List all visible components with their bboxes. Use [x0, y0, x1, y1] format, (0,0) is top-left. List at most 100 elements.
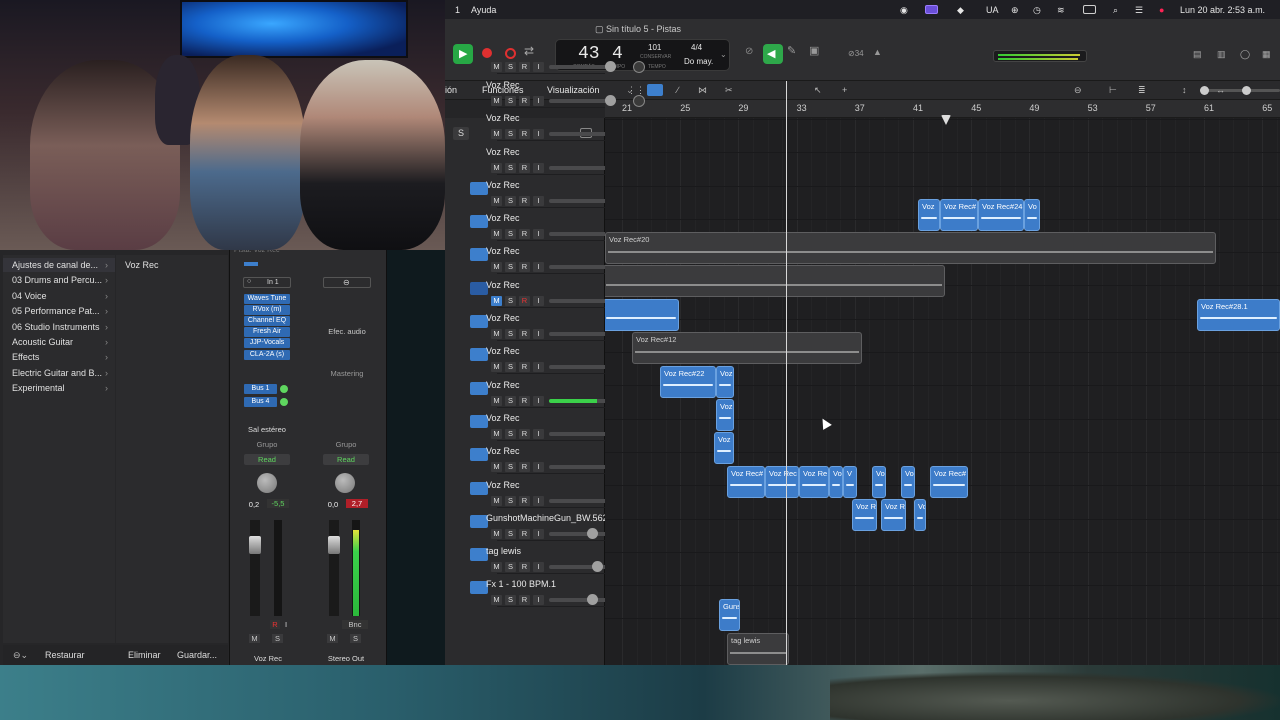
- bounce-button[interactable]: Bnc: [342, 620, 368, 629]
- replace-button[interactable]: ▣: [809, 44, 829, 64]
- menu-datetime[interactable]: Lun 20 abr. 2:53 a.m.: [1180, 5, 1265, 15]
- mute-right[interactable]: M: [327, 634, 338, 643]
- track-row[interactable]: 29Voz RecMSRI: [470, 341, 645, 375]
- audio-region[interactable]: Voz Rec#: [940, 199, 978, 231]
- flex-icon[interactable]: ⋈: [698, 85, 707, 96]
- audio-region[interactable]: Vo: [914, 499, 926, 531]
- solo-button[interactable]: S: [505, 495, 516, 506]
- audio-region[interactable]: Voz Rec#24: [978, 199, 1024, 231]
- automation-icon[interactable]: ∕: [677, 85, 679, 95]
- input-language[interactable]: UA: [986, 5, 999, 15]
- track-row[interactable]: Voz Rec M S R I: [486, 108, 645, 142]
- track-lane[interactable]: [605, 154, 1280, 187]
- track-row[interactable]: 24Voz RecMSRI: [470, 175, 645, 208]
- stop-button[interactable]: [478, 44, 498, 64]
- mute-button[interactable]: M: [491, 295, 502, 306]
- mute-button[interactable]: M: [491, 362, 502, 372]
- audio-region[interactable]: Voz Re: [799, 466, 829, 498]
- vertical-zoom-icon[interactable]: ↕: [1182, 85, 1187, 95]
- mute-button[interactable]: M: [491, 329, 502, 339]
- arrange-area[interactable]: Voz Voz Rec# Voz Rec#24 Vo Voz Rec#20 Voz Rec…: [605, 118, 1280, 665]
- audio-region[interactable]: Guns: [719, 599, 740, 631]
- track-row[interactable]: 35tag lewisMSRI: [470, 541, 645, 575]
- audio-region[interactable]: Voz Rec#22: [660, 366, 716, 398]
- input-button[interactable]: I: [533, 329, 544, 339]
- mute-button[interactable]: M: [491, 395, 502, 406]
- track-lane[interactable]: [605, 120, 1280, 154]
- track-row[interactable]: 32Voz RecMSRI: [470, 441, 645, 475]
- library-category[interactable]: Ajustes de canal de... ›: [3, 258, 115, 272]
- track-name[interactable]: Voz Rec: [486, 380, 520, 390]
- track-row[interactable]: 30Voz RecMSRI: [470, 375, 645, 408]
- pan-knob[interactable]: [633, 95, 645, 107]
- clock-icon[interactable]: ◷: [1033, 5, 1041, 16]
- play-icon[interactable]: ⊕: [1011, 5, 1019, 16]
- loop-browser-icon[interactable]: ◯: [1240, 49, 1250, 60]
- track-row[interactable]: 36Fx 1 - 100 BPM.1MSRI: [470, 574, 645, 608]
- volume-slider[interactable]: [549, 531, 609, 536]
- input-button[interactable]: I: [533, 595, 544, 605]
- input-monitor-left[interactable]: I: [282, 620, 290, 629]
- solo-button[interactable]: S: [505, 362, 516, 372]
- track-row[interactable]: 27Voz RecMSRI: [470, 275, 645, 308]
- mute-button[interactable]: M: [491, 595, 502, 605]
- audio-region[interactable]: Voz Rec#12: [632, 332, 862, 364]
- audio-region[interactable]: Voz R: [881, 499, 906, 531]
- volume-right[interactable]: 0,0: [323, 500, 343, 509]
- rec-button[interactable]: R: [519, 395, 530, 406]
- volume-slider-thumb[interactable]: [587, 527, 598, 539]
- pan-knob-left[interactable]: [257, 473, 277, 493]
- track-lane[interactable]: [605, 586, 1280, 620]
- rec-button[interactable]: R: [519, 562, 530, 572]
- wifi-icon[interactable]: ≋: [1057, 5, 1065, 16]
- solo-button[interactable]: S: [505, 195, 516, 206]
- send-slot[interactable]: Bus 4: [244, 397, 288, 407]
- track-name[interactable]: Voz Rec: [486, 246, 520, 256]
- input-button[interactable]: I: [533, 129, 544, 139]
- input-button[interactable]: I: [533, 362, 544, 372]
- track-name[interactable]: Fx 1 - 100 BPM.1: [486, 579, 556, 589]
- input-button[interactable]: I: [533, 429, 544, 439]
- input-button[interactable]: I: [533, 195, 544, 206]
- track-row[interactable]: Voz Rec M S R I: [486, 142, 645, 175]
- input-button[interactable]: I: [533, 562, 544, 572]
- volume-slider[interactable]: [549, 198, 609, 203]
- track-name[interactable]: Voz Rec: [486, 147, 520, 157]
- rec-button[interactable]: R: [519, 262, 530, 272]
- library-category[interactable]: Acoustic Guitar ›: [3, 335, 115, 349]
- rec-button[interactable]: R: [519, 462, 530, 472]
- automation-mode-right[interactable]: Read: [323, 454, 369, 465]
- volume-slider[interactable]: [549, 432, 609, 436]
- audio-region[interactable]: Voz Rec#28.1: [1197, 299, 1280, 331]
- audio-region[interactable]: Voz Rec#: [930, 466, 968, 498]
- input-button[interactable]: I: [533, 295, 544, 306]
- rec-button[interactable]: R: [519, 329, 530, 339]
- rec-button[interactable]: R: [519, 295, 530, 306]
- rec-button[interactable]: R: [519, 528, 530, 539]
- track-name[interactable]: tag lewis: [486, 546, 521, 556]
- solo-left[interactable]: S: [272, 634, 283, 643]
- vpn-icon[interactable]: ◆: [957, 5, 964, 16]
- mute-button[interactable]: M: [491, 528, 502, 539]
- volume-slider[interactable]: [549, 298, 609, 303]
- notepad-icon[interactable]: ▥: [1217, 49, 1226, 60]
- volume-slider[interactable]: [549, 332, 609, 336]
- horizontal-zoom-slider[interactable]: [1242, 86, 1280, 95]
- audio-region[interactable]: V: [843, 466, 857, 498]
- input-button[interactable]: I: [533, 395, 544, 406]
- audio-region[interactable]: Voz: [918, 199, 940, 231]
- delete-button[interactable]: Eliminar: [128, 650, 161, 660]
- track-name[interactable]: Voz Rec: [486, 480, 520, 490]
- volume-slider[interactable]: [549, 398, 609, 403]
- search-icon[interactable]: ⌕: [1113, 5, 1118, 16]
- library-category[interactable]: 04 Voice ›: [3, 289, 115, 303]
- play-button[interactable]: ▶: [453, 44, 473, 64]
- track-name[interactable]: Voz Rec: [486, 213, 520, 223]
- rec-button[interactable]: R: [519, 129, 530, 139]
- track-name[interactable]: Voz Rec: [486, 313, 520, 323]
- track-name[interactable]: Voz Rec: [486, 446, 520, 456]
- mute-button[interactable]: M: [491, 162, 502, 173]
- audio-region[interactable]: [605, 299, 679, 331]
- track-name[interactable]: Voz Rec: [486, 280, 520, 290]
- rec-button[interactable]: R: [519, 162, 530, 173]
